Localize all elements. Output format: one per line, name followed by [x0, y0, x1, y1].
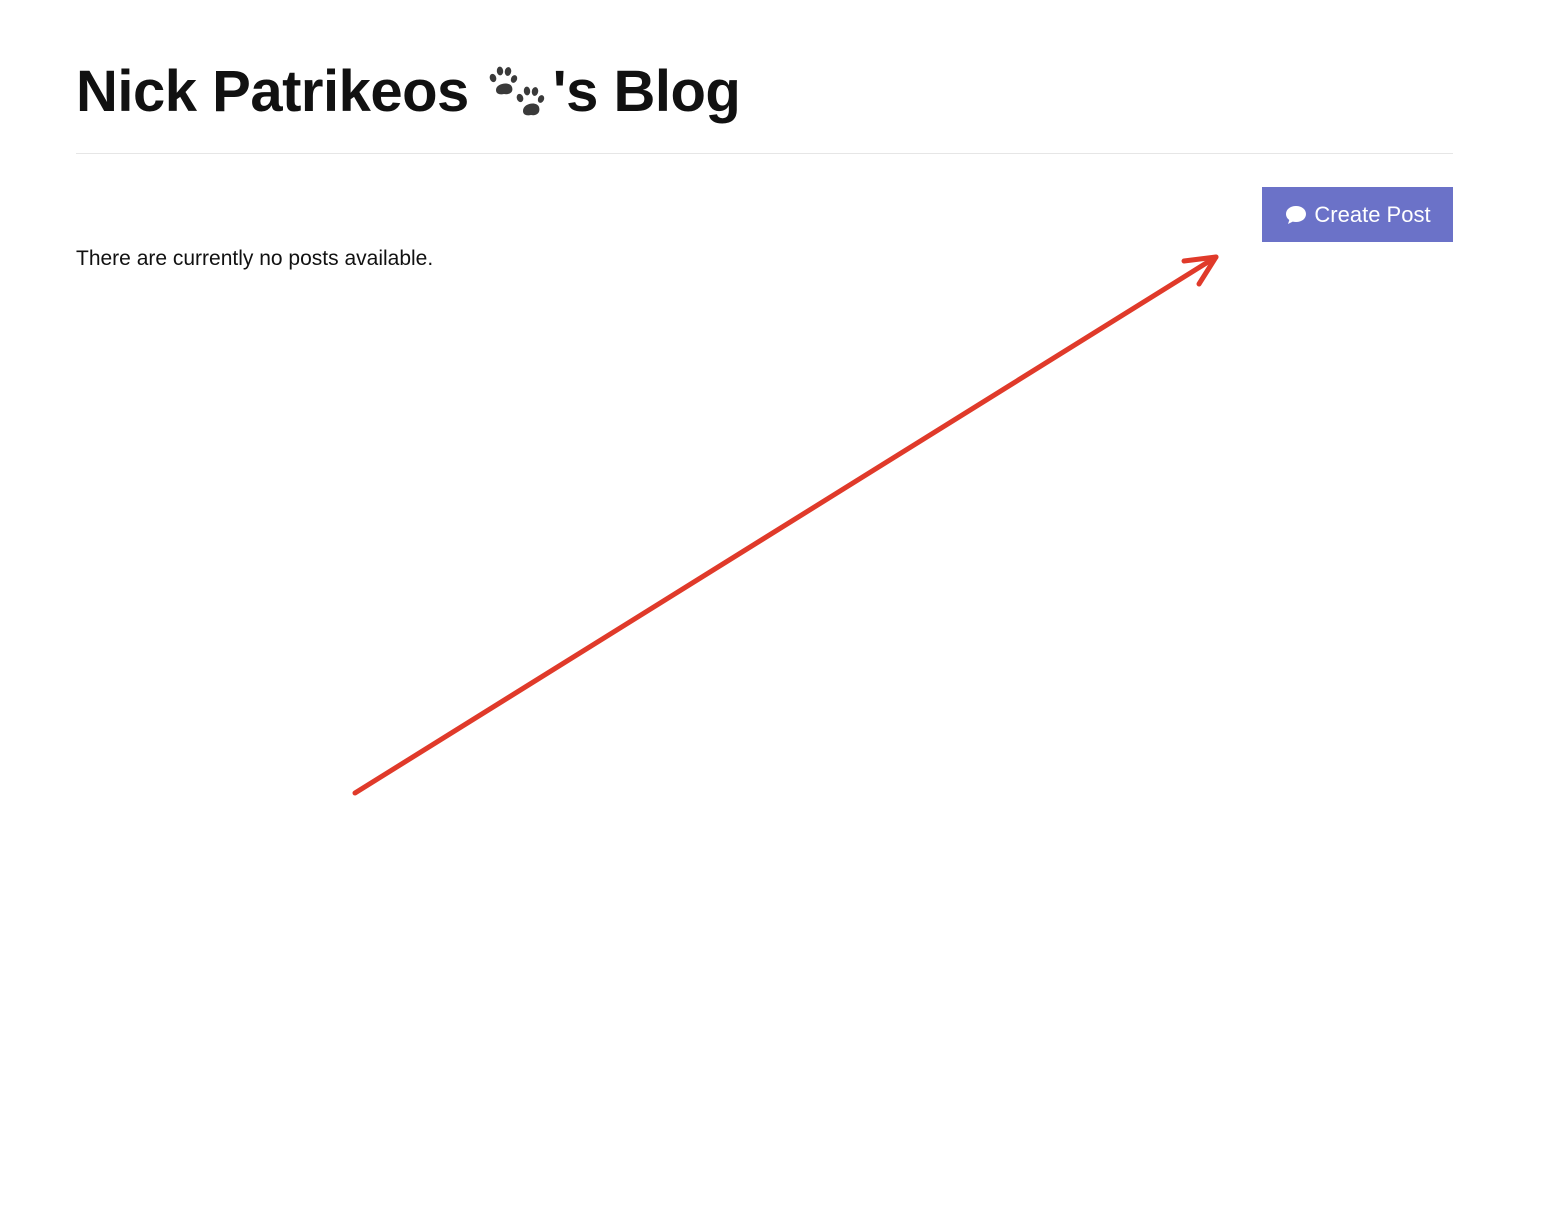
page-title-name: Nick Patrikeos: [76, 59, 469, 124]
create-post-label: Create Post: [1314, 201, 1431, 227]
page-title: Nick Patrikeos 's Blog: [76, 54, 741, 130]
annotation-arrow: [352, 254, 1219, 796]
empty-posts-message: There are currently no posts available.: [76, 247, 434, 270]
comment-icon: [1284, 204, 1308, 226]
create-post-button[interactable]: Create Post: [1262, 187, 1453, 242]
page-title-suffix: 's Blog: [552, 59, 741, 124]
paw-prints-icon: [487, 64, 551, 124]
header-divider: [76, 153, 1453, 154]
